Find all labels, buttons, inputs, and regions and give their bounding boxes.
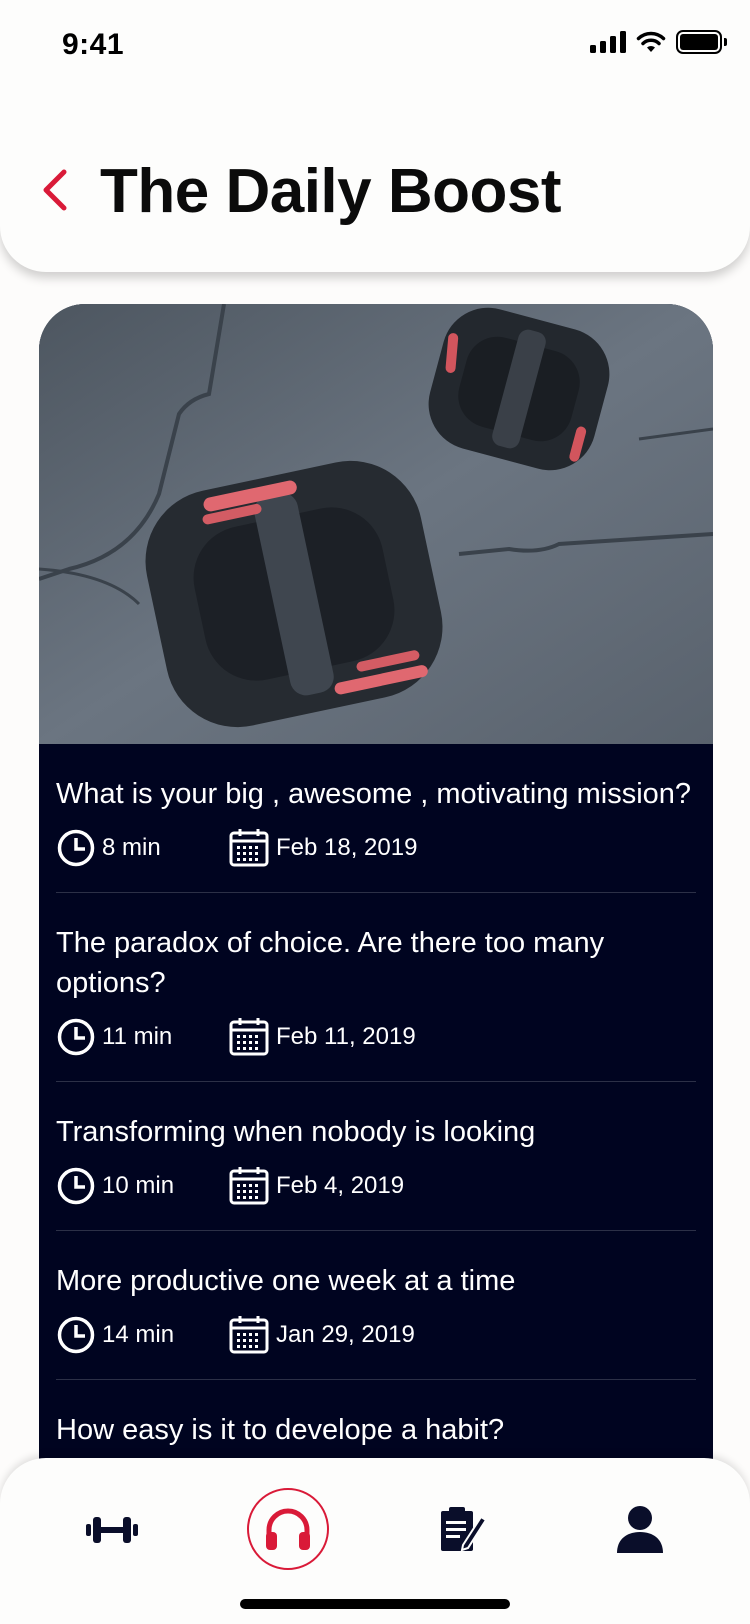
duration-text: 14 min (102, 1321, 175, 1348)
cellular-signal-icon (590, 31, 626, 53)
hero-image (39, 304, 713, 744)
status-time: 9:41 (62, 28, 125, 61)
chevron-left-icon (43, 169, 67, 211)
episode-item[interactable]: What is your big , awesome , motivating … (56, 744, 696, 893)
episode-meta: 14 min Jan 29, 2019 (56, 1313, 696, 1357)
dumbbell-icon (86, 1517, 138, 1543)
wifi-icon (636, 31, 666, 52)
episode-title: Transforming when nobody is looking (56, 1116, 536, 1148)
battery-icon (676, 30, 727, 54)
hero-photo-graphic (39, 304, 713, 744)
episode-duration: 14 min (56, 1315, 228, 1355)
calendar-icon (229, 1316, 269, 1354)
status-icons (590, 30, 727, 54)
page-title: The Daily Boost (100, 157, 562, 226)
date-text: Feb 18, 2019 (276, 834, 418, 861)
episode-item[interactable]: How easy is it to develope a habit? (56, 1380, 696, 1450)
episode-duration: 8 min (56, 828, 228, 868)
episodes-card: What is your big , awesome , motivating … (39, 304, 713, 1464)
episode-title: The paradox of choice. Are there too man… (56, 927, 605, 999)
nav-podcast-button[interactable] (247, 1488, 329, 1570)
calendar-icon (229, 1018, 269, 1056)
episode-meta: 8 min Feb 18, 2019 (56, 826, 696, 870)
episode-meta: 10 min Feb 4, 2019 (56, 1164, 696, 1208)
calendar-icon (229, 1167, 269, 1205)
episode-duration: 10 min (56, 1166, 228, 1206)
clock-icon (57, 1167, 95, 1205)
clipboard-edit-icon (441, 1507, 487, 1552)
nav-profile-button[interactable] (598, 1488, 682, 1572)
episode-meta: 11 min Feb 11, 2019 (56, 1015, 696, 1059)
nav-journal-button[interactable] (420, 1488, 504, 1572)
episode-title: More productive one week at a time (56, 1265, 516, 1297)
episode-date: Feb 18, 2019 (228, 827, 417, 869)
episode-title: How easy is it to develope a habit? (56, 1414, 505, 1446)
user-icon (617, 1506, 663, 1553)
headphones-icon (266, 1508, 310, 1550)
bottom-nav (0, 1458, 750, 1624)
episode-date: Feb 11, 2019 (228, 1016, 416, 1058)
episode-date: Jan 29, 2019 (228, 1314, 415, 1356)
clock-icon (57, 1018, 95, 1056)
date-text: Feb 4, 2019 (276, 1172, 405, 1199)
episode-item[interactable]: Transforming when nobody is looking 10 m… (56, 1082, 696, 1231)
clock-icon (57, 829, 95, 867)
episode-date: Feb 4, 2019 (228, 1165, 404, 1207)
episode-duration: 11 min (56, 1017, 228, 1057)
calendar-icon (229, 829, 269, 867)
clock-icon (57, 1316, 95, 1354)
episode-item[interactable]: More productive one week at a time 14 mi… (56, 1231, 696, 1380)
duration-text: 11 min (102, 1023, 173, 1050)
duration-text: 10 min (102, 1172, 175, 1199)
episode-list: What is your big , awesome , motivating … (56, 744, 696, 1450)
duration-text: 8 min (102, 834, 161, 861)
episode-item[interactable]: The paradox of choice. Are there too man… (56, 893, 696, 1082)
back-button[interactable] (30, 160, 80, 220)
status-bar: 9:41 (0, 0, 750, 90)
nav-workouts-button[interactable] (70, 1488, 154, 1572)
date-text: Jan 29, 2019 (276, 1321, 415, 1348)
home-indicator[interactable] (240, 1599, 510, 1609)
date-text: Feb 11, 2019 (276, 1023, 416, 1050)
episode-title: What is your big , awesome , motivating … (56, 778, 692, 810)
